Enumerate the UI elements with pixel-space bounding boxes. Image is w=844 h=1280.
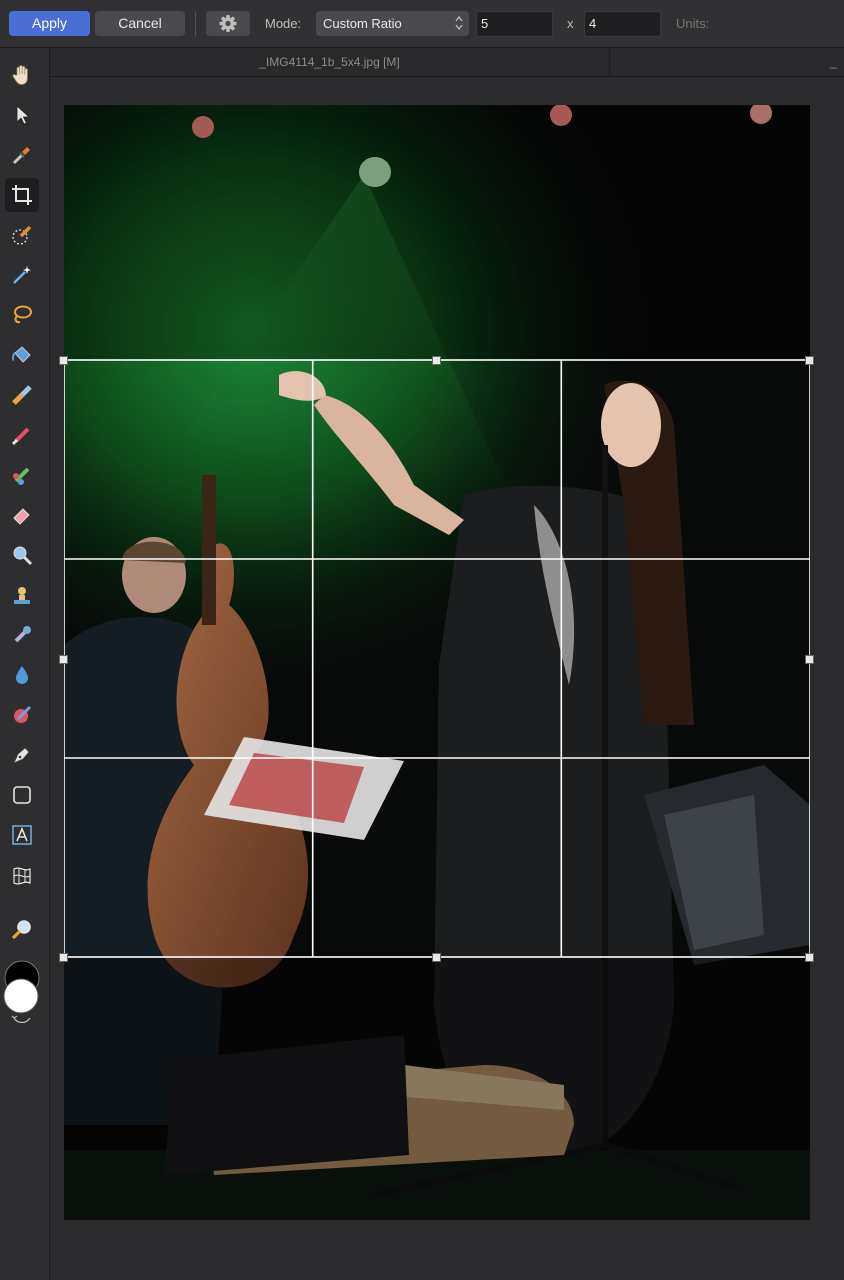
mesh-warp-tool[interactable] — [5, 858, 39, 892]
color-picker-tool[interactable] — [5, 138, 39, 172]
context-toolbar: Apply Cancel Mode: Custom Ratio 5 x 4 Un… — [0, 0, 844, 48]
pen-icon — [13, 747, 30, 764]
paint-brush-tool[interactable] — [5, 418, 39, 452]
dodge-icon — [13, 546, 33, 566]
tools-panel — [0, 48, 50, 1280]
color-replace-icon — [13, 467, 30, 485]
dodge-tool[interactable] — [5, 538, 39, 572]
mode-label: Mode: — [265, 16, 302, 31]
text-icon — [12, 825, 32, 845]
photo — [64, 105, 810, 1220]
gradient-icon — [12, 385, 32, 405]
cancel-button[interactable]: Cancel — [95, 11, 185, 36]
lasso-icon — [14, 305, 32, 324]
move-tool[interactable] — [5, 98, 39, 132]
gradient-tool[interactable] — [5, 378, 39, 412]
settings-button[interactable] — [206, 11, 250, 36]
mode-select-value: Custom Ratio — [323, 16, 402, 31]
magic-wand-icon — [13, 266, 31, 284]
ratio-width-field[interactable]: 5 — [476, 11, 553, 37]
hand-tool[interactable] — [5, 58, 39, 92]
flood-fill-tool[interactable] — [5, 338, 39, 372]
ratio-height-field[interactable]: 4 — [584, 11, 661, 37]
apply-button[interactable]: Apply — [9, 11, 90, 36]
crop-icon — [12, 185, 32, 205]
eyedropper-icon — [12, 147, 30, 165]
brush-icon — [11, 427, 30, 446]
zoom-tool[interactable] — [5, 913, 39, 947]
red-eye-icon — [14, 705, 32, 723]
flood-select-tool[interactable] — [5, 258, 39, 292]
hand-icon — [12, 65, 28, 85]
selection-brush-icon — [12, 225, 32, 245]
blemish-removal-tool[interactable] — [5, 618, 39, 652]
zoom-icon — [11, 920, 31, 940]
document-tab-bar: _IMG4114_1b_5x4.jpg [M] _ — [50, 48, 844, 77]
eraser-icon — [13, 508, 30, 525]
document-tab[interactable]: _IMG4114_1b_5x4.jpg [M] — [50, 48, 610, 76]
artistic-text-tool[interactable] — [5, 818, 39, 852]
rectangle-tool[interactable] — [5, 778, 39, 812]
mode-select[interactable]: Custom Ratio — [316, 11, 469, 36]
pen-tool[interactable] — [5, 738, 39, 772]
color-swatches[interactable] — [2, 960, 44, 1030]
stamp-icon — [14, 587, 30, 604]
rectangle-icon — [13, 786, 31, 804]
erase-brush-tool[interactable] — [5, 498, 39, 532]
freehand-selection-tool[interactable] — [5, 298, 39, 332]
patch-icon — [14, 626, 31, 643]
canvas-area[interactable] — [50, 77, 844, 1280]
units-label: Units: — [676, 16, 710, 31]
paint-bucket-icon — [12, 346, 31, 363]
color-replacement-tool[interactable] — [5, 458, 39, 492]
document-tab-2[interactable]: _ — [830, 48, 837, 76]
droplet-icon — [16, 666, 28, 684]
clone-brush-tool[interactable] — [5, 578, 39, 612]
red-eye-tool[interactable] — [5, 698, 39, 732]
blur-brush-tool[interactable] — [5, 658, 39, 692]
ratio-separator: x — [567, 16, 574, 31]
crop-tool[interactable] — [5, 178, 39, 212]
pointer-icon — [16, 105, 31, 125]
updown-chevron-icon — [455, 15, 463, 31]
crop-overlay[interactable] — [64, 105, 810, 1220]
selection-brush-tool[interactable] — [5, 218, 39, 252]
toolbar-divider — [195, 12, 196, 36]
mesh-icon — [13, 867, 31, 885]
color-wells-icon — [3, 960, 40, 1024]
gear-icon — [219, 15, 237, 32]
